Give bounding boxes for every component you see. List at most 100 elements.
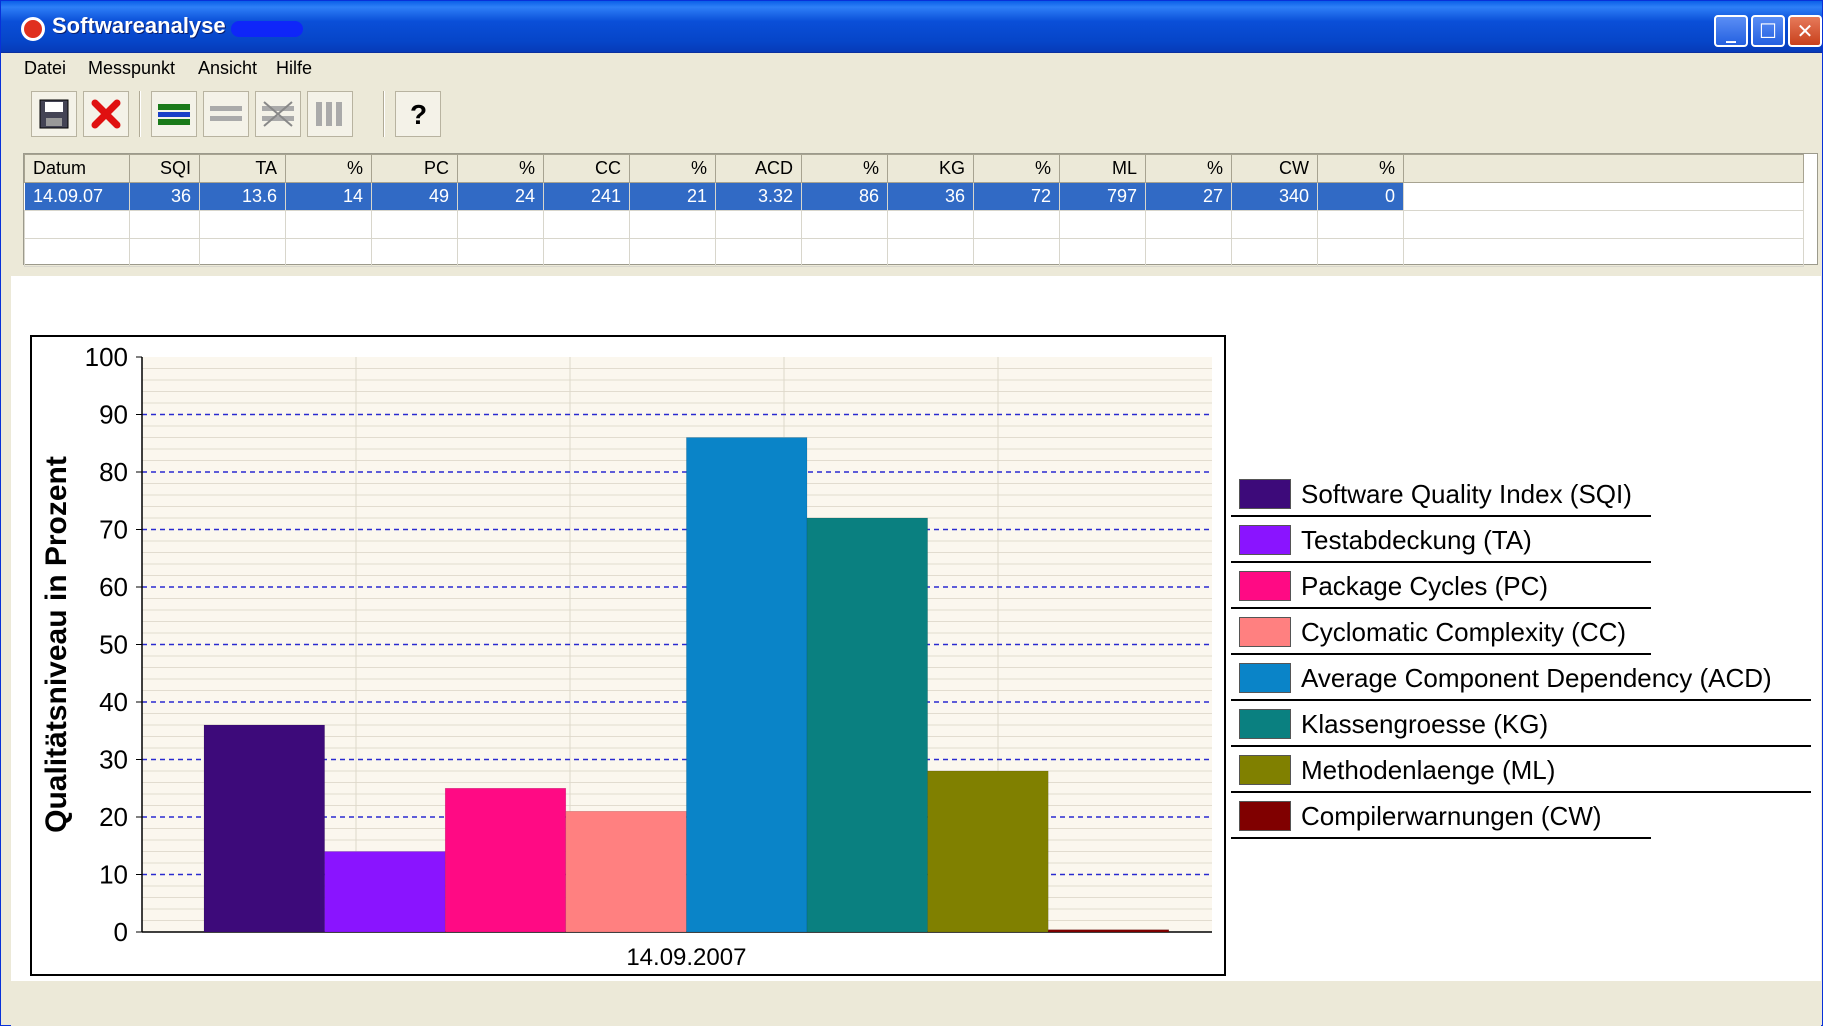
- table-cell: [457, 238, 544, 267]
- menu-datei[interactable]: Datei: [24, 58, 66, 79]
- table-cell: [543, 238, 630, 267]
- table-cell: [973, 238, 1060, 267]
- column-header[interactable]: SQI: [129, 154, 200, 183]
- maximize-button[interactable]: ☐: [1751, 15, 1785, 47]
- columns-button[interactable]: [307, 91, 353, 137]
- table-cell: [887, 210, 974, 239]
- table-cell: [199, 210, 286, 239]
- rows-split-icon: [210, 106, 242, 121]
- y-tick-label: 90: [99, 400, 128, 430]
- menu-ansicht[interactable]: Ansicht: [198, 58, 257, 79]
- column-header[interactable]: %: [285, 154, 372, 183]
- bar: [324, 851, 446, 933]
- chart-frame: 0 10 20 30 40 50 60 70 80 90 100 14.09.2007 Qualität…: [30, 335, 1226, 976]
- legend-label: Methodenlaenge (ML): [1301, 755, 1556, 785]
- maximize-icon: ☐: [1759, 19, 1777, 43]
- table-cell: [1403, 210, 1804, 239]
- table-cell: 0: [1317, 182, 1404, 211]
- y-tick-label: 70: [99, 515, 128, 545]
- table-cell: [199, 238, 286, 267]
- save-button[interactable]: [31, 91, 77, 137]
- legend-item: Package Cycles (PC): [1231, 563, 1651, 609]
- y-tick-label: 40: [99, 687, 128, 717]
- y-tick-label: 100: [85, 342, 128, 372]
- legend-swatch: [1239, 617, 1291, 647]
- chart-off-icon: [262, 101, 294, 127]
- bar: [444, 788, 567, 933]
- legend-swatch: [1239, 755, 1291, 785]
- bar: [1047, 929, 1170, 933]
- column-header[interactable]: PC: [371, 154, 458, 183]
- table-row-empty: [24, 238, 1804, 267]
- bar: [686, 437, 808, 933]
- y-tick-label: 50: [99, 630, 128, 660]
- column-header[interactable]: CW: [1231, 154, 1318, 183]
- menu-hilfe[interactable]: Hilfe: [276, 58, 312, 79]
- toolbar: ?: [11, 85, 1821, 145]
- table-cell: 797: [1059, 182, 1146, 211]
- table-cell: 340: [1231, 182, 1318, 211]
- column-header[interactable]: %: [801, 154, 888, 183]
- table-cell: [1317, 210, 1404, 239]
- delete-icon: [91, 99, 121, 129]
- column-header[interactable]: %: [1317, 154, 1404, 183]
- column-header[interactable]: CC: [543, 154, 630, 183]
- table-cell: 72: [973, 182, 1060, 211]
- redaction-scribble: [231, 21, 303, 37]
- legend-item: Klassengroesse (KG): [1231, 701, 1811, 747]
- svg-text:?: ?: [410, 99, 427, 130]
- table-cell: [543, 210, 630, 239]
- delete-button[interactable]: [83, 91, 129, 137]
- column-header[interactable]: TA: [199, 154, 286, 183]
- table-cell: [715, 238, 802, 267]
- chart-off-button[interactable]: [255, 91, 301, 137]
- help-button[interactable]: ?: [395, 91, 441, 137]
- close-icon: ✕: [1796, 19, 1814, 43]
- column-header[interactable]: KG: [887, 154, 974, 183]
- close-button[interactable]: ✕: [1788, 15, 1822, 47]
- column-header[interactable]: Datum: [24, 154, 130, 183]
- menu-messpunkt[interactable]: Messpunkt: [88, 58, 175, 79]
- table-cell: 241: [543, 182, 630, 211]
- column-header[interactable]: ACD: [715, 154, 802, 183]
- rows-split-button[interactable]: [203, 91, 249, 137]
- table-cell: [1317, 238, 1404, 267]
- column-header[interactable]: %: [1145, 154, 1232, 183]
- table-cell: 3.32: [715, 182, 802, 211]
- table-cell: [629, 238, 716, 267]
- column-header[interactable]: %: [973, 154, 1060, 183]
- table-cell: [1145, 210, 1232, 239]
- column-header[interactable]: ML: [1059, 154, 1146, 183]
- rows-button[interactable]: [151, 91, 197, 137]
- data-table: Datum SQI TA% PC% CC% ACD% KG% ML% CW% 14.09.07 3…: [24, 154, 1804, 267]
- table-cell: [1059, 238, 1146, 267]
- help-icon: ?: [410, 99, 427, 130]
- title-bar[interactable]: Softwareanalyse _ ☐ ✕: [1, 1, 1822, 53]
- save-icon: [39, 99, 69, 129]
- table-cell: [801, 210, 888, 239]
- table-cell: [801, 238, 888, 267]
- minimize-button[interactable]: _: [1714, 15, 1748, 47]
- table-row[interactable]: 14.09.07 36 13.6 14 49 24 241 21 3.32 86 36 72 797 27…: [24, 182, 1804, 211]
- table-cell: [1059, 210, 1146, 239]
- y-tick-label: 30: [99, 745, 128, 775]
- status-bar: [11, 983, 1821, 1026]
- chart-legend: Software Quality Index (SQI) Testabdeckun…: [1231, 471, 1811, 839]
- table-cell: [371, 210, 458, 239]
- table-header-row: Datum SQI TA% PC% CC% ACD% KG% ML% CW%: [24, 154, 1804, 183]
- bar: [203, 724, 325, 933]
- legend-label: Klassengroesse (KG): [1301, 709, 1549, 739]
- column-header[interactable]: %: [629, 154, 716, 183]
- legend-swatch: [1239, 663, 1291, 693]
- column-header[interactable]: %: [457, 154, 544, 183]
- table-cell: [129, 238, 200, 267]
- table-cell: [24, 238, 130, 267]
- table-cell: [1145, 238, 1232, 267]
- table-cell: [1231, 210, 1318, 239]
- data-table-panel: Datum SQI TA% PC% CC% ACD% KG% ML% CW% 14.09.07 3…: [23, 153, 1818, 267]
- y-tick-label: 20: [99, 802, 128, 832]
- y-tick-label: 10: [99, 860, 128, 890]
- table-cell: 86: [801, 182, 888, 211]
- bar: [806, 517, 928, 933]
- legend-label: Testabdeckung (TA): [1301, 525, 1532, 555]
